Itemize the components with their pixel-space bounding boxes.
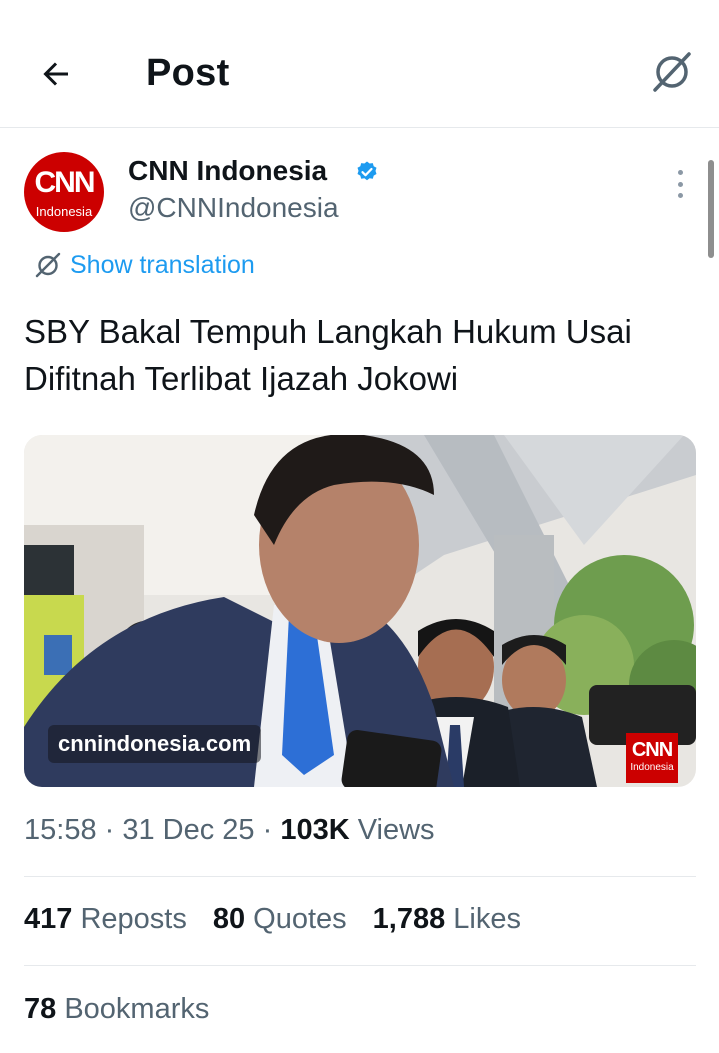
more-dot-icon — [677, 181, 683, 187]
views-count: 103K — [280, 814, 350, 846]
post-meta: 15:58 · 31 Dec 25 · 103K Views — [24, 814, 435, 847]
reposts-stat[interactable]: 417 Reposts — [24, 903, 187, 936]
more-dot-icon — [677, 170, 683, 175]
meta-separator: · — [254, 814, 281, 846]
translate-button[interactable] — [647, 46, 697, 96]
translate-icon — [653, 52, 691, 92]
cnn-watermark-text: CNN — [631, 739, 673, 761]
show-translation-label: Show translation — [70, 250, 255, 279]
meta-separator: · — [96, 814, 123, 846]
verified-badge-icon — [357, 161, 377, 181]
scrollbar[interactable] — [708, 160, 714, 258]
top-bar: Post — [0, 0, 719, 128]
divider — [24, 965, 696, 966]
avatar-logo: CNN — [34, 166, 96, 199]
avatar-logo-sub: Indonesia — [35, 204, 93, 219]
views-label: Views — [349, 814, 435, 846]
cnn-watermark-sub: Indonesia — [630, 762, 674, 773]
show-translation-link[interactable]: Show translation — [34, 250, 255, 280]
post-date[interactable]: 31 Dec 25 — [122, 814, 254, 846]
post-image[interactable]: cnnindonesia.com CNN Indonesia — [24, 435, 696, 787]
likes-stat[interactable]: 1,788 Likes — [373, 903, 521, 936]
quotes-stat[interactable]: 80 Quotes — [213, 903, 347, 936]
post-text: SBY Bakal Tempuh Langkah Hukum Usai Difi… — [24, 313, 632, 397]
bookmarks-stat[interactable]: 78 Bookmarks — [24, 993, 209, 1026]
media-url-overlay: cnnindonesia.com — [48, 725, 262, 763]
likes-count: 1,788 — [372, 903, 446, 935]
page-title: Post — [146, 52, 230, 94]
reposts-label: Reposts — [72, 903, 187, 935]
avatar[interactable]: CNN Indonesia — [24, 152, 104, 232]
quotes-count: 80 — [212, 903, 246, 935]
arrow-left-icon — [43, 62, 68, 86]
bookmarks-count: 78 — [24, 993, 57, 1025]
more-dot-icon — [677, 193, 683, 198]
back-button[interactable] — [34, 52, 78, 96]
quotes-label: Quotes — [245, 903, 347, 935]
more-options-button[interactable] — [666, 168, 694, 200]
author-name[interactable]: CNN Indonesia — [128, 155, 327, 187]
post-time[interactable]: 15:58 — [24, 814, 97, 846]
divider — [24, 876, 696, 877]
likes-label: Likes — [445, 903, 522, 935]
cnn-watermark-logo: CNN Indonesia — [626, 733, 678, 783]
author-handle[interactable]: @CNNIndonesia — [128, 192, 339, 224]
translate-icon — [35, 252, 61, 278]
bookmarks-label: Bookmarks — [56, 993, 210, 1025]
reposts-count: 417 — [24, 903, 73, 935]
engagement-stats: 417 Reposts 80 Quotes 1,788 Likes — [24, 903, 547, 936]
